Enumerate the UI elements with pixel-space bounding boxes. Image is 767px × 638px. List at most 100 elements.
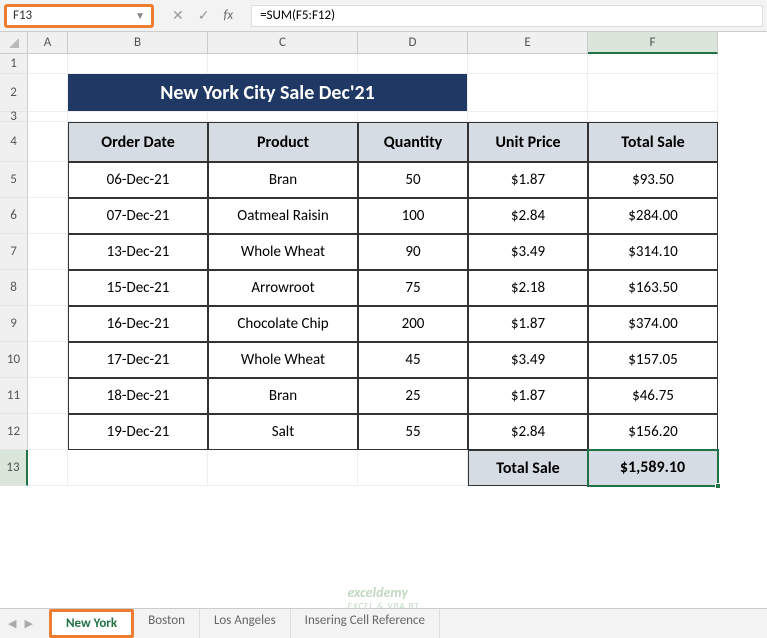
data-cell[interactable]: $1.87 bbox=[468, 162, 588, 198]
cell-A11[interactable] bbox=[28, 378, 68, 414]
data-cell[interactable]: $93.50 bbox=[588, 162, 718, 198]
data-cell[interactable]: $1.87 bbox=[468, 378, 588, 414]
data-cell[interactable]: 25 bbox=[358, 378, 468, 414]
data-cell[interactable]: 15-Dec-21 bbox=[68, 270, 208, 306]
row-header-6[interactable]: 6 bbox=[0, 198, 28, 234]
data-cell[interactable]: $2.84 bbox=[468, 414, 588, 450]
data-cell[interactable]: 100 bbox=[358, 198, 468, 234]
data-cell[interactable]: Oatmeal Raisin bbox=[208, 198, 358, 234]
tab-nav-prev-icon[interactable]: ◀ bbox=[8, 617, 16, 630]
data-cell[interactable]: 19-Dec-21 bbox=[68, 414, 208, 450]
sheet-tab-new-york[interactable]: New York bbox=[49, 609, 134, 638]
data-cell[interactable]: 13-Dec-21 bbox=[68, 234, 208, 270]
cell-A4[interactable] bbox=[28, 122, 68, 162]
cell-A9[interactable] bbox=[28, 306, 68, 342]
cell-B13[interactable] bbox=[68, 450, 208, 486]
row-header-1[interactable]: 1 bbox=[0, 54, 28, 74]
data-cell[interactable]: $157.05 bbox=[588, 342, 718, 378]
data-cell[interactable]: $2.84 bbox=[468, 198, 588, 234]
cell-D3[interactable] bbox=[358, 112, 468, 122]
data-cell[interactable]: 50 bbox=[358, 162, 468, 198]
data-cell[interactable]: $3.49 bbox=[468, 234, 588, 270]
col-header-A[interactable]: A bbox=[28, 32, 68, 54]
total-value-selected[interactable]: $1,589.10 bbox=[588, 450, 718, 486]
cell-A2[interactable] bbox=[28, 74, 68, 112]
cell-A3[interactable] bbox=[28, 112, 68, 122]
data-cell[interactable]: $374.00 bbox=[588, 306, 718, 342]
data-cell[interactable]: Bran bbox=[208, 162, 358, 198]
data-cell[interactable]: Whole Wheat bbox=[208, 234, 358, 270]
col-header-E[interactable]: E bbox=[468, 32, 588, 54]
name-box-dropdown-icon[interactable]: ▼ bbox=[135, 9, 145, 22]
data-cell[interactable]: 17-Dec-21 bbox=[68, 342, 208, 378]
data-cell[interactable]: 200 bbox=[358, 306, 468, 342]
sheet-tab-insering-cell-reference[interactable]: Insering Cell Reference bbox=[291, 609, 440, 638]
cancel-icon[interactable]: ✕ bbox=[172, 7, 184, 24]
data-cell[interactable]: 55 bbox=[358, 414, 468, 450]
enter-icon[interactable]: ✓ bbox=[198, 7, 210, 24]
cell-F2[interactable] bbox=[588, 74, 718, 112]
cell-B3[interactable] bbox=[68, 112, 208, 122]
data-cell[interactable]: Whole Wheat bbox=[208, 342, 358, 378]
cell-C3[interactable] bbox=[208, 112, 358, 122]
sheet-tab-boston[interactable]: Boston bbox=[134, 609, 200, 638]
data-cell[interactable]: 16-Dec-21 bbox=[68, 306, 208, 342]
col-header-D[interactable]: D bbox=[358, 32, 468, 54]
data-cell[interactable]: $46.75 bbox=[588, 378, 718, 414]
cell-A1[interactable] bbox=[28, 54, 68, 74]
col-header-B[interactable]: B bbox=[68, 32, 208, 54]
row-header-3[interactable]: 3 bbox=[0, 112, 28, 122]
row-header-2[interactable]: 2 bbox=[0, 74, 28, 112]
formula-input[interactable]: =SUM(F5:F12) bbox=[251, 5, 763, 27]
cell-D13[interactable] bbox=[358, 450, 468, 486]
cell-C13[interactable] bbox=[208, 450, 358, 486]
data-cell[interactable]: $163.50 bbox=[588, 270, 718, 306]
row-header-5[interactable]: 5 bbox=[0, 162, 28, 198]
data-cell[interactable]: $2.18 bbox=[468, 270, 588, 306]
data-cell[interactable]: 75 bbox=[358, 270, 468, 306]
tab-nav-next-icon[interactable]: ▶ bbox=[24, 617, 32, 630]
row-header-12[interactable]: 12 bbox=[0, 414, 28, 450]
data-cell[interactable]: $1.87 bbox=[468, 306, 588, 342]
cell-A13[interactable] bbox=[28, 450, 68, 486]
data-cell[interactable]: Arrowroot bbox=[208, 270, 358, 306]
col-header-F[interactable]: F bbox=[588, 32, 718, 54]
cell-A5[interactable] bbox=[28, 162, 68, 198]
data-cell[interactable]: $156.20 bbox=[588, 414, 718, 450]
row-header-7[interactable]: 7 bbox=[0, 234, 28, 270]
data-cell[interactable]: Bran bbox=[208, 378, 358, 414]
name-box[interactable]: F13 ▼ bbox=[4, 4, 154, 28]
col-header-C[interactable]: C bbox=[208, 32, 358, 54]
cell-F3[interactable] bbox=[588, 112, 718, 122]
data-cell[interactable]: 06-Dec-21 bbox=[68, 162, 208, 198]
row-header-9[interactable]: 9 bbox=[0, 306, 28, 342]
cell-A7[interactable] bbox=[28, 234, 68, 270]
data-cell[interactable]: 90 bbox=[358, 234, 468, 270]
fx-icon[interactable]: fx bbox=[223, 8, 233, 23]
row-header-8[interactable]: 8 bbox=[0, 270, 28, 306]
data-cell[interactable]: $284.00 bbox=[588, 198, 718, 234]
cell-D1[interactable] bbox=[358, 54, 468, 74]
cell-C1[interactable] bbox=[208, 54, 358, 74]
data-cell[interactable]: Chocolate Chip bbox=[208, 306, 358, 342]
cell-A12[interactable] bbox=[28, 414, 68, 450]
data-cell[interactable]: 45 bbox=[358, 342, 468, 378]
row-header-4[interactable]: 4 bbox=[0, 122, 28, 162]
cell-A8[interactable] bbox=[28, 270, 68, 306]
cell-B1[interactable] bbox=[68, 54, 208, 74]
data-cell[interactable]: $3.49 bbox=[468, 342, 588, 378]
fill-handle[interactable] bbox=[715, 483, 721, 489]
cell-A10[interactable] bbox=[28, 342, 68, 378]
cell-E3[interactable] bbox=[468, 112, 588, 122]
cell-E2[interactable] bbox=[468, 74, 588, 112]
cell-F1[interactable] bbox=[588, 54, 718, 74]
cell-A6[interactable] bbox=[28, 198, 68, 234]
row-header-13[interactable]: 13 bbox=[0, 450, 28, 486]
cell-E1[interactable] bbox=[468, 54, 588, 74]
data-cell[interactable]: 18-Dec-21 bbox=[68, 378, 208, 414]
select-all-corner[interactable] bbox=[0, 32, 28, 54]
row-header-10[interactable]: 10 bbox=[0, 342, 28, 378]
sheet-tab-los-angeles[interactable]: Los Angeles bbox=[200, 609, 291, 638]
data-cell[interactable]: $314.10 bbox=[588, 234, 718, 270]
row-header-11[interactable]: 11 bbox=[0, 378, 28, 414]
